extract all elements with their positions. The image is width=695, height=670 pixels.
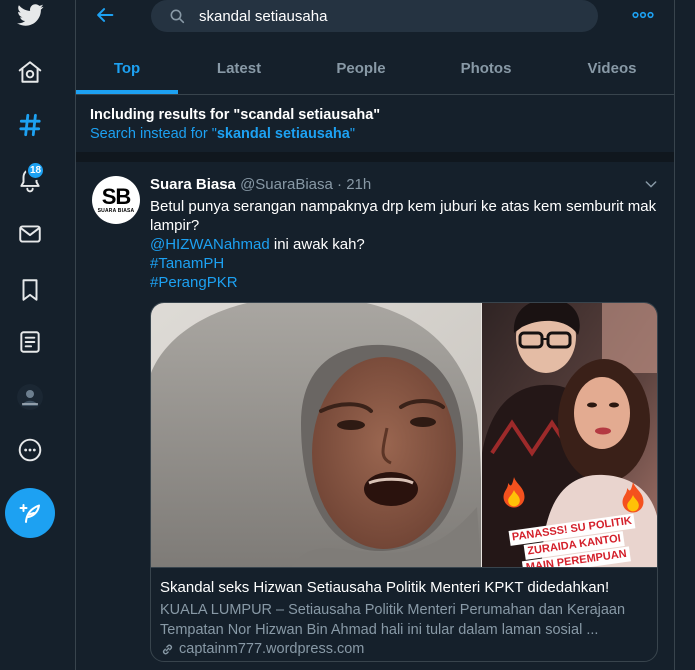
- home-icon[interactable]: [17, 59, 43, 85]
- tweet-timestamp[interactable]: 21h: [346, 176, 371, 193]
- author-handle[interactable]: @SuaraBiasa: [240, 176, 333, 193]
- hashtag-link[interactable]: #TanamPH: [150, 254, 664, 273]
- author-name[interactable]: Suara Biasa: [150, 176, 236, 193]
- tab-label: People: [336, 60, 386, 77]
- tab-videos[interactable]: Videos: [550, 44, 674, 94]
- chevron-down-icon[interactable]: [643, 176, 659, 192]
- card-photo-woman-in-hijab: [151, 303, 481, 567]
- card-title: Skandal seks Hizwan Setiausaha Politik M…: [160, 579, 610, 596]
- tab-label: Photos: [460, 60, 512, 77]
- mention-link[interactable]: @HIZWANahmad: [150, 236, 270, 253]
- avatar-logo-initials: SB: [101, 184, 132, 209]
- card-photo-couple: PANASSS! SU POLITIK ZURAIDA KANTOI MAIN …: [481, 303, 657, 567]
- feather-plus-icon: [19, 504, 40, 523]
- link-icon: [160, 642, 175, 657]
- compose-tweet-button[interactable]: [5, 488, 55, 538]
- tab-label: Videos: [587, 60, 637, 77]
- tab-label: Latest: [216, 60, 262, 77]
- lists-icon[interactable]: [17, 329, 43, 355]
- search-input[interactable]: [199, 0, 584, 32]
- card-image[interactable]: PANASSS! SU POLITIK ZURAIDA KANTOI MAIN …: [151, 303, 657, 568]
- search-instead-link[interactable]: Search instead for "skandal setiausaha": [90, 125, 660, 144]
- tweet-body: Betul punya serangan nampaknya drp kem j…: [150, 198, 657, 234]
- meta-separator: ·: [337, 176, 343, 193]
- tweet-header: Suara Biasa @SuaraBiasa · 21h: [150, 175, 630, 195]
- messages-envelope-icon[interactable]: [17, 221, 43, 247]
- more-circle-icon[interactable]: [17, 437, 43, 463]
- card-description: KUALA LUMPUR – Setiausaha Politik Menter…: [160, 602, 626, 638]
- tab-latest[interactable]: Latest: [178, 44, 300, 94]
- fire-icon: [500, 476, 528, 510]
- tab-label: Top: [113, 60, 141, 77]
- tab-people[interactable]: People: [300, 44, 422, 94]
- back-arrow-icon[interactable]: [94, 4, 116, 26]
- notifications-badge: 18: [26, 161, 45, 180]
- tweet-mention-line: @HIZWANahmad ini awak kah?: [150, 235, 664, 254]
- section-separator: [76, 152, 674, 162]
- search-instead-query: skandal setiausaha: [216, 126, 350, 142]
- search-tabs: Top Latest People Photos Videos: [76, 44, 674, 94]
- link-card[interactable]: PANASSS! SU POLITIK ZURAIDA KANTOI MAIN …: [150, 302, 658, 662]
- search-box[interactable]: [151, 0, 598, 32]
- card-domain: captainm777.wordpress.com: [179, 641, 365, 657]
- tab-top[interactable]: Top: [76, 44, 178, 94]
- tabs-divider: [76, 94, 674, 95]
- main-column: Top Latest People Photos Videos Includin…: [75, 0, 675, 670]
- mention-text: ini awak kah?: [273, 236, 365, 253]
- avatar-logo-caption: SUARA BIASA: [97, 208, 135, 214]
- twitter-logo-icon[interactable]: [16, 1, 44, 29]
- card-domain-row: captainm777.wordpress.com: [160, 639, 364, 659]
- including-results-text: Including results for "scandal setiausah…: [90, 107, 381, 123]
- more-options-icon[interactable]: [632, 9, 654, 21]
- author-avatar[interactable]: SB SUARA BIASA: [92, 176, 140, 224]
- tab-photos[interactable]: Photos: [422, 44, 550, 94]
- bookmark-icon[interactable]: [17, 277, 43, 303]
- hashtag-link[interactable]: #PerangPKR: [150, 273, 664, 292]
- search-instead-suffix: ": [349, 126, 356, 142]
- search-icon: [169, 8, 185, 24]
- explore-hashtag-icon[interactable]: [17, 112, 43, 138]
- sidebar: 18: [0, 0, 75, 670]
- profile-avatar[interactable]: [17, 384, 43, 410]
- search-instead-prefix: Search instead for ": [90, 126, 217, 142]
- tweet-text: Betul punya serangan nampaknya drp kem j…: [150, 197, 664, 292]
